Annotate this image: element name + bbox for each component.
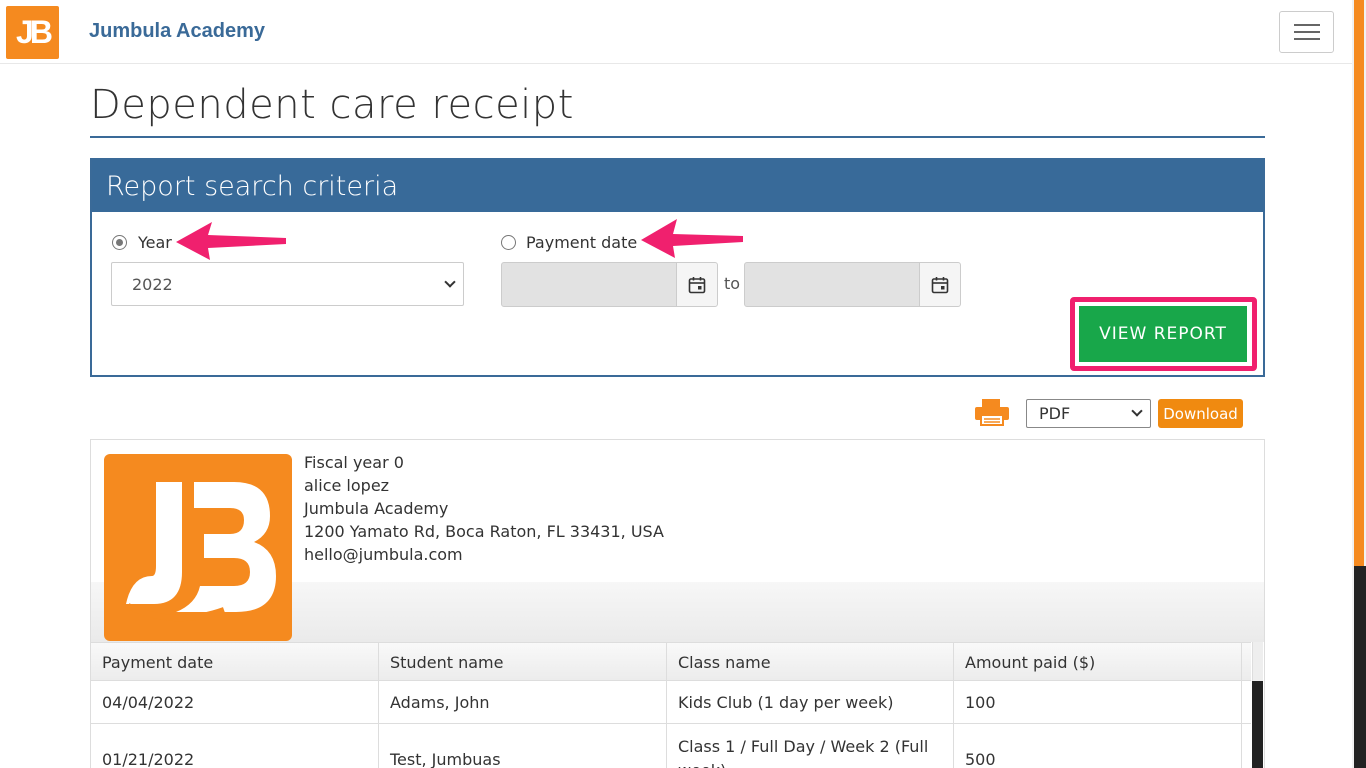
annotation-arrow-icon — [641, 219, 743, 258]
chevron-down-icon — [444, 276, 456, 288]
table-header: Payment date Student name Class name Amo… — [91, 642, 1251, 682]
report-logo — [104, 454, 292, 641]
view-report-button[interactable]: VIEW REPORT — [1079, 306, 1247, 362]
table-scrollbar-top — [1252, 642, 1263, 681]
jumbula-logo-icon — [126, 482, 276, 622]
cell-student-name: Adams, John — [379, 681, 667, 723]
column-header-payment-date[interactable]: Payment date — [91, 643, 379, 682]
export-format-value: PDF — [1039, 404, 1071, 423]
cell-class-name: Class 1 / Full Day / Week 2 (Full week) — [667, 724, 954, 768]
payment-date-label: Payment date — [526, 233, 638, 252]
title-divider — [90, 136, 1265, 138]
email-line: hello@jumbula.com — [304, 545, 463, 564]
column-header-amount-paid[interactable]: Amount paid ($) — [954, 643, 1242, 682]
printer-icon[interactable] — [974, 398, 1010, 426]
hamburger-icon — [1293, 24, 1320, 26]
page-scrollbar-track-dark — [1354, 566, 1366, 768]
calendar-icon — [931, 276, 949, 293]
fiscal-year-line: Fiscal year 0 — [304, 453, 404, 472]
logo-text: JB — [16, 14, 53, 50]
year-radio[interactable] — [112, 235, 127, 250]
report-info-block: Fiscal year 0 alice lopez Jumbula Academ… — [304, 451, 664, 566]
annotation-arrow-icon — [176, 222, 286, 260]
cell-payment-date: 01/21/2022 — [91, 724, 379, 768]
payment-date-from-input[interactable] — [501, 262, 677, 307]
top-navbar: JB Jumbula Academy — [0, 0, 1352, 64]
table-row: 01/21/2022 Test, Jumbuas Class 1 / Full … — [91, 724, 1251, 768]
year-select[interactable]: 2022 — [111, 262, 464, 306]
customer-name-line: alice lopez — [304, 476, 390, 495]
hamburger-icon-line — [1293, 38, 1320, 40]
cell-class-name: Kids Club (1 day per week) — [667, 681, 954, 723]
column-header-student-name[interactable]: Student name — [379, 643, 667, 682]
menu-toggle-button[interactable] — [1279, 11, 1334, 53]
criteria-heading: Report search criteria — [106, 171, 399, 202]
year-label: Year — [138, 233, 172, 252]
calendar-icon — [688, 276, 706, 293]
from-calendar-button[interactable] — [676, 262, 718, 307]
page-title: Dependent care receipt — [90, 82, 574, 128]
cell-amount-paid: 500 — [954, 724, 1242, 768]
app-logo[interactable]: JB — [6, 6, 59, 59]
address-line: 1200 Yamato Rd, Boca Raton, FL 33431, US… — [304, 522, 664, 541]
table-scrollbar[interactable] — [1252, 681, 1263, 768]
organization-name-line: Jumbula Academy — [304, 499, 449, 518]
year-select-value: 2022 — [132, 275, 173, 294]
export-format-select[interactable]: PDF — [1026, 399, 1151, 428]
to-calendar-button[interactable] — [919, 262, 961, 307]
payment-date-to-input[interactable] — [744, 262, 920, 307]
to-label: to — [724, 274, 741, 293]
criteria-header: Report search criteria — [92, 160, 1263, 212]
page-scrollbar-thumb[interactable] — [1354, 0, 1364, 566]
brand-name[interactable]: Jumbula Academy — [89, 20, 265, 43]
table-row: 04/04/2022 Adams, John Kids Club (1 day … — [91, 681, 1251, 724]
cell-amount-paid: 100 — [954, 681, 1242, 723]
report-preview: Fiscal year 0 alice lopez Jumbula Academ… — [90, 439, 1265, 768]
column-header-class-name[interactable]: Class name — [667, 643, 954, 682]
report-search-criteria-panel: Report search criteria Year 2022 Payment… — [90, 158, 1265, 377]
payment-date-radio[interactable] — [501, 235, 516, 250]
cell-payment-date: 04/04/2022 — [91, 681, 379, 723]
chevron-down-icon — [1131, 405, 1143, 417]
download-button[interactable]: Download — [1158, 399, 1243, 428]
cell-student-name: Test, Jumbuas — [379, 724, 667, 768]
hamburger-icon-line — [1293, 31, 1320, 33]
